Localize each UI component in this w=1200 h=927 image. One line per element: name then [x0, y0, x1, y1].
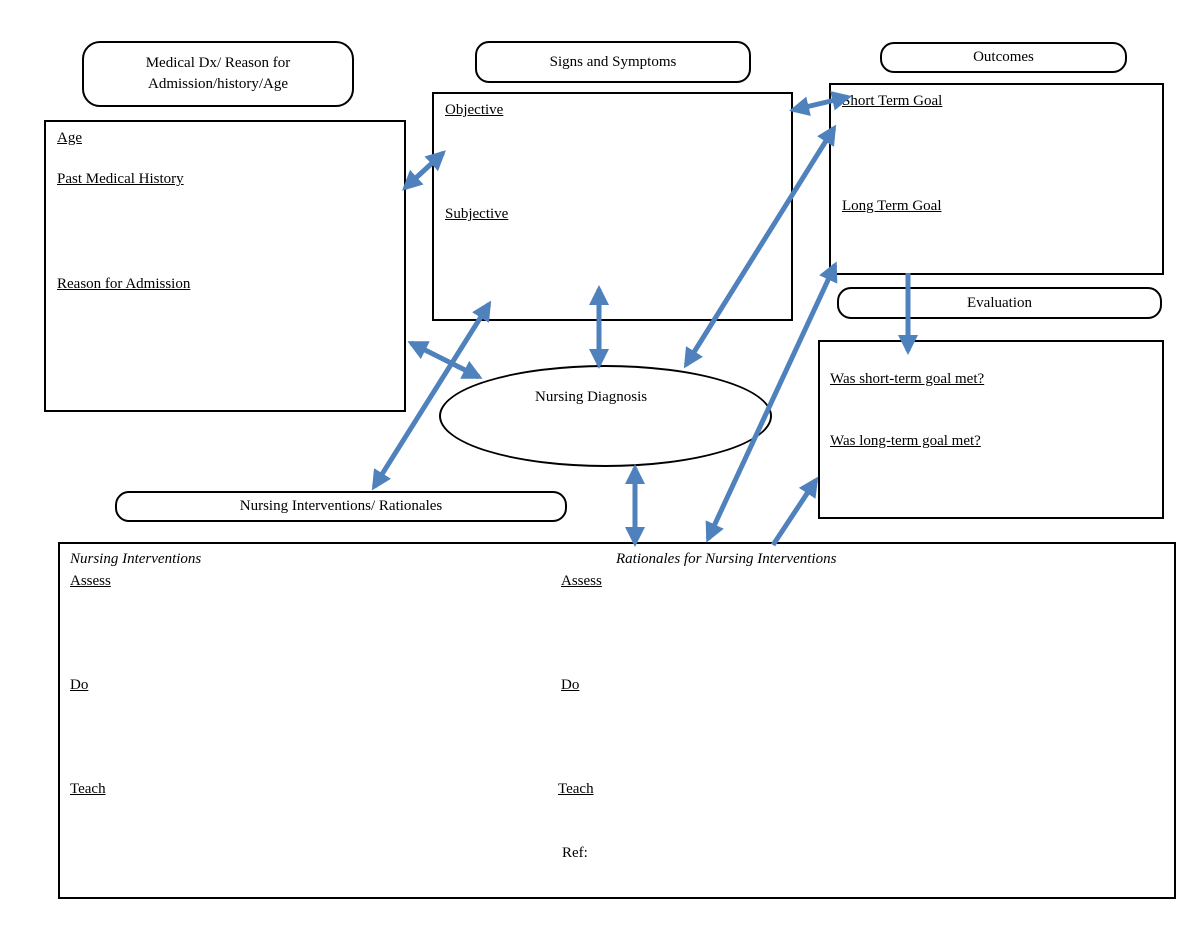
connector-arrows	[371, 90, 918, 547]
arrow-signs-outcomes	[789, 90, 852, 117]
arrow-bottom-longgoal	[705, 261, 838, 543]
arrow-bottom-evaluation	[770, 476, 819, 547]
arrow-history-signs	[402, 150, 446, 191]
arrow-signs-interventions	[371, 300, 492, 491]
concept-map: Medical Dx/ Reason for Admission/history…	[0, 0, 1200, 927]
arrow-diagnosis-shortgoal	[683, 124, 837, 369]
